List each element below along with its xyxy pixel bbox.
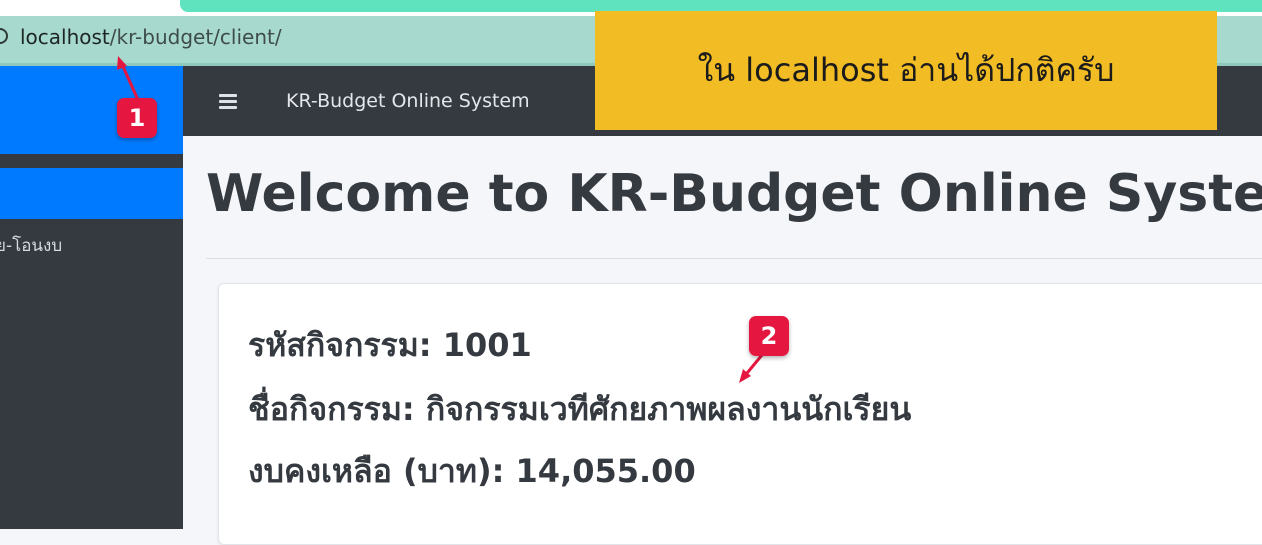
annotation-badge-1: 1 <box>117 98 157 138</box>
arrow-1-head <box>117 56 127 70</box>
annotation-arrows <box>117 56 764 383</box>
annotation-badge-2: 2 <box>749 316 789 356</box>
arrow-1-line <box>119 61 140 101</box>
